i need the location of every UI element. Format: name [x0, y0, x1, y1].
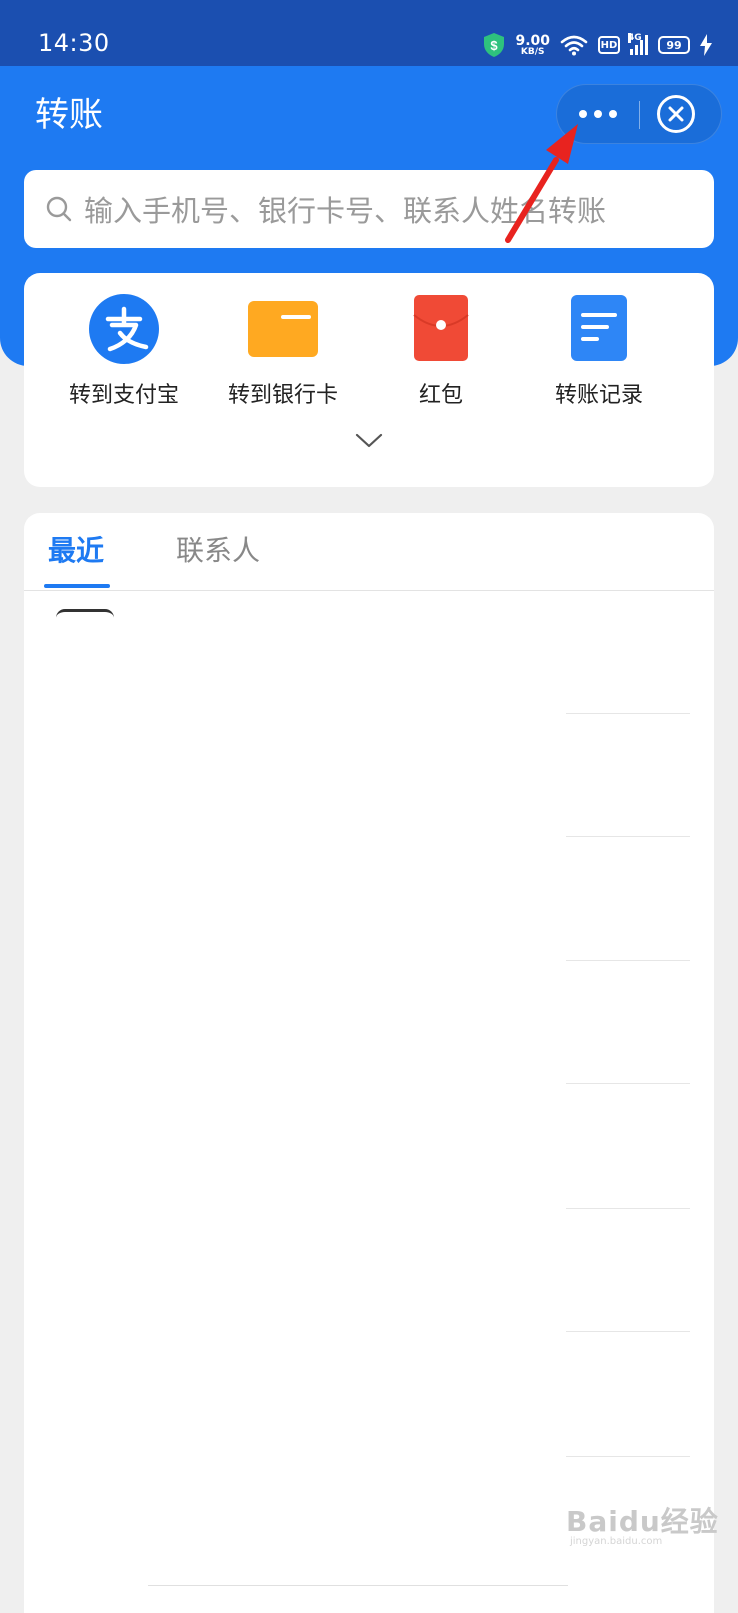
quick-action-label: 转到支付宝 — [68, 383, 179, 408]
more-button[interactable] — [557, 85, 639, 143]
row-divider — [566, 836, 690, 837]
watermark-logo: Baidu经验 — [566, 1505, 719, 1538]
signal-icon: 4G — [628, 33, 648, 55]
avatar — [56, 609, 114, 618]
bank-card-icon — [247, 293, 319, 365]
wifi-icon — [560, 35, 588, 56]
hd-badge: HD — [598, 36, 620, 54]
more-dots-icon — [609, 110, 617, 118]
records-icon — [563, 293, 635, 365]
quick-action-label: 红包 — [418, 383, 463, 408]
row-divider — [566, 1456, 690, 1457]
row-divider — [566, 1331, 690, 1332]
page-title: 转账 — [35, 95, 103, 135]
row-divider — [566, 960, 690, 961]
more-dots-icon — [594, 110, 602, 118]
quick-action-red-envelope[interactable]: 红包 — [366, 293, 516, 409]
tab-recent[interactable]: 最近 — [48, 531, 104, 571]
search-placeholder[interactable]: 输入手机号、银行卡号、联系人姓名转账 — [84, 188, 606, 230]
chevron-down-icon[interactable] — [355, 433, 383, 449]
row-divider — [566, 1083, 690, 1084]
search-bar[interactable]: 输入手机号、银行卡号、联系人姓名转账 — [24, 170, 714, 248]
net-speed-value: 9.00 — [515, 32, 550, 49]
battery-icon: 99 — [658, 36, 690, 54]
charging-icon — [700, 34, 712, 56]
close-circle-icon — [668, 106, 684, 122]
tab-contacts[interactable]: 联系人 — [176, 531, 260, 571]
quick-action-alipay[interactable]: 转到支付宝 — [49, 293, 199, 409]
transfer-list-card: 最近 联系人 — [24, 513, 714, 1613]
shield-icon: $ — [484, 33, 505, 57]
status-icons: $ 9.00 KB/S HD 4G 99 — [483, 30, 712, 60]
svg-text:$: $ — [491, 38, 499, 53]
quick-action-label: 转账记录 — [554, 383, 643, 408]
quick-action-bank-card[interactable]: 转到银行卡 — [208, 293, 358, 409]
red-envelope-icon — [405, 293, 477, 365]
row-divider — [148, 1585, 568, 1586]
mini-app-capsule — [556, 84, 722, 144]
tab-active-indicator — [44, 584, 110, 588]
row-divider — [566, 713, 690, 714]
status-bar: 14:30 $ 9.00 KB/S HD 4G 99 — [0, 0, 738, 66]
more-dots-icon — [579, 110, 587, 118]
close-button[interactable] — [657, 95, 695, 133]
quick-action-label: 转到银行卡 — [227, 383, 338, 408]
tab-divider — [24, 590, 714, 591]
network-type: 4G — [628, 33, 642, 43]
watermark-url: jingyan.baidu.com — [570, 1536, 663, 1547]
status-time: 14:30 — [38, 29, 110, 57]
search-icon — [46, 196, 72, 222]
quick-actions-card: 转到支付宝 转到银行卡 红包 转账记录 — [24, 273, 714, 487]
quick-action-records[interactable]: 转账记录 — [524, 293, 674, 409]
net-speed: 9.00 KB/S — [515, 34, 550, 57]
capsule-divider — [639, 101, 640, 129]
net-speed-unit: KB/S — [520, 46, 545, 57]
row-divider — [566, 1208, 690, 1209]
alipay-icon — [88, 293, 160, 365]
